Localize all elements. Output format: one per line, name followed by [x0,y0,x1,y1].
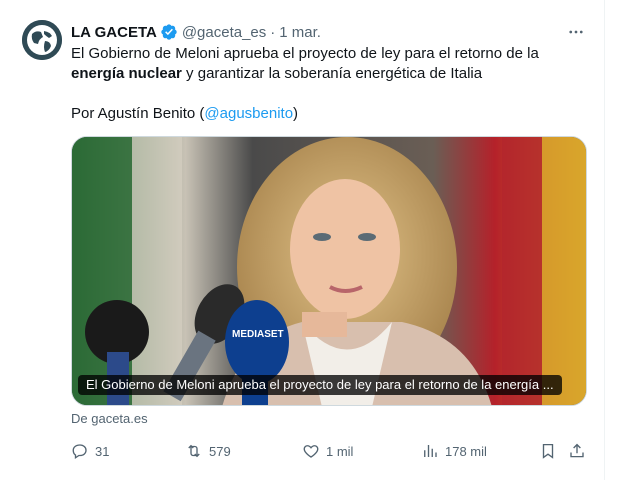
repost-count: 579 [209,443,231,459]
separator-dot: · [270,23,276,41]
news-photo: MEDIASET [72,137,586,405]
like-count: 1 mil [326,443,354,459]
bookmark-button[interactable] [539,440,557,462]
link-source[interactable]: De gaceta.es [71,411,148,426]
views-button[interactable]: 178 mil [421,440,487,462]
action-bar: 31 579 1 mil 178 mil [71,440,591,462]
verified-badge-icon [160,23,178,41]
media-caption: El Gobierno de Meloni aprueba el proyect… [78,375,562,395]
heart-icon [302,442,320,460]
tweet-header: LA GACETA @gaceta_es · 1 mar. [71,22,321,42]
tweet-text-part2: y garantizar la soberanía energética de … [181,65,483,82]
tweet-text: El Gobierno de Meloni aprueba el proyect… [71,44,591,84]
repost-icon [185,442,203,460]
reply-icon [71,442,89,460]
bookmark-icon [539,442,557,460]
reply-count: 31 [95,443,110,459]
account-handle[interactable]: @gaceta_es [182,24,266,41]
author-mention-link[interactable]: @agusbenito [204,105,293,122]
reply-button[interactable]: 31 [71,440,109,462]
avatar[interactable] [22,20,62,60]
share-button[interactable] [568,440,586,462]
byline-prefix: Por Agustín Benito ( [71,105,205,122]
share-icon [568,442,586,460]
more-icon[interactable] [566,22,586,42]
repost-button[interactable]: 579 [185,440,231,462]
account-name[interactable]: LA GACETA [71,24,157,41]
byline-suffix: ) [293,105,299,122]
tweet-text-part1: El Gobierno de Meloni aprueba el proyect… [71,45,539,62]
views-count: 178 mil [445,443,487,459]
mic-brand-text: MEDIASET [232,329,284,340]
like-button[interactable]: 1 mil [302,440,353,462]
tweet-card[interactable]: LA GACETA @gaceta_es · 1 mar. El Gobiern… [0,0,605,480]
views-chart-icon [421,442,439,460]
link-card-image[interactable]: MEDIASET El Gobierno de Meloni aprueba e… [71,136,587,406]
tweet-date[interactable]: 1 mar. [279,24,321,41]
tweet-byline: Por Agustín Benito (@agusbenito) [71,104,298,124]
tweet-text-bold: energía nuclear [71,65,182,82]
